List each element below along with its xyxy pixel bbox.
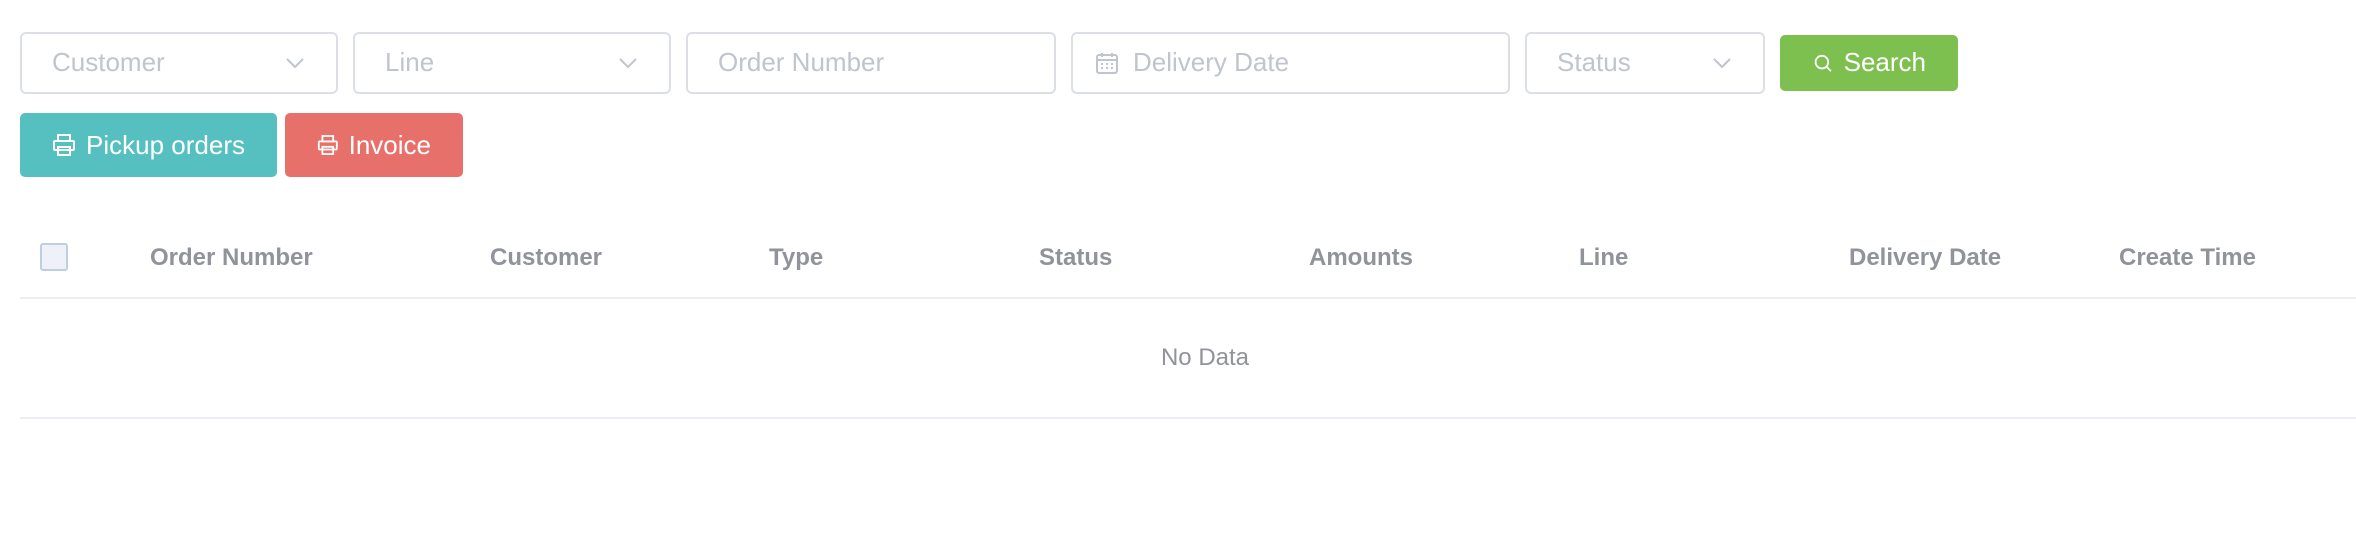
search-icon [1814, 54, 1832, 72]
line-select-placeholder: Line [385, 47, 435, 77]
filter-bar: Customer Line Order Number Delivery Date… [20, 31, 1958, 94]
column-header-line[interactable]: Line [1579, 218, 1628, 297]
column-header-order-number[interactable]: Order Number [150, 218, 313, 297]
customer-select-placeholder: Customer [52, 47, 165, 77]
column-header-amounts[interactable]: Amounts [1309, 218, 1413, 297]
order-number-placeholder: Order Number [718, 47, 885, 77]
table-body: No Data [20, 299, 2356, 419]
status-select-placeholder: Status [1557, 47, 1631, 77]
printer-icon [317, 135, 338, 155]
calendar-icon [1096, 52, 1118, 74]
pickup-orders-button[interactable]: Pickup orders [20, 113, 277, 177]
delivery-date-picker[interactable]: Delivery Date [1071, 31, 1510, 94]
line-select[interactable]: Line [353, 31, 671, 94]
column-header-status[interactable]: Status [1039, 218, 1112, 297]
table-header: Order Number Customer Type Status Amount… [20, 218, 2356, 299]
column-header-create-time[interactable]: Create Time [2119, 218, 2256, 297]
empty-state-text: No Data [1160, 344, 1250, 371]
invoice-button[interactable]: Invoice [285, 113, 463, 177]
status-select[interactable]: Status [1525, 31, 1765, 94]
select-all-checkbox[interactable] [40, 243, 68, 271]
column-header-type[interactable]: Type [769, 218, 823, 297]
pickup-orders-label: Pickup orders [86, 129, 245, 160]
orders-table: Order Number Customer Type Status Amount… [20, 218, 2356, 419]
column-header-delivery-date[interactable]: Delivery Date [1849, 218, 2001, 297]
invoice-label: Invoice [348, 129, 431, 160]
column-header-customer[interactable]: Customer [490, 218, 602, 297]
delivery-date-placeholder: Delivery Date [1133, 47, 1290, 77]
chevron-down-icon [1713, 57, 1731, 68]
printer-icon [53, 134, 76, 156]
action-bar: Pickup orders Invoice [20, 113, 471, 177]
search-button[interactable]: Search [1780, 34, 1958, 91]
search-button-label: Search [1843, 47, 1926, 77]
customer-select[interactable]: Customer [20, 31, 338, 94]
chevron-down-icon [286, 57, 304, 68]
order-number-input[interactable]: Order Number [686, 31, 1056, 94]
chevron-down-icon [619, 57, 637, 68]
